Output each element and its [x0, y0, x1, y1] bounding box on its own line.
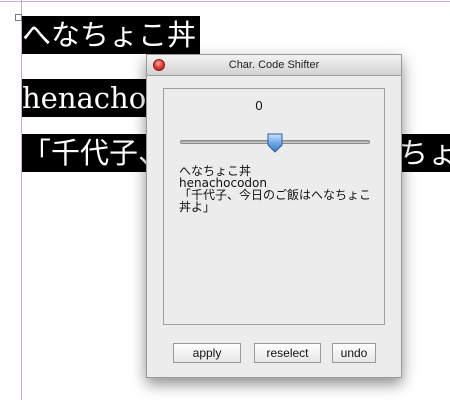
shift-value-label: 0	[255, 98, 263, 113]
preview-text: へなちょこ丼 henachocodon 「千代子、今日のご飯はへなちょこ丼よ」	[179, 165, 374, 213]
apply-button[interactable]: apply	[173, 343, 241, 363]
text-frame-anchor[interactable]	[15, 14, 22, 21]
undo-button[interactable]: undo	[332, 343, 376, 363]
page-guide-left	[21, 0, 22, 400]
panel-titlebar[interactable]: Char. Code Shifter	[147, 55, 401, 76]
char-code-shifter-panel: Char. Code Shifter 0 へなちょこ丼 henachocodon…	[146, 54, 402, 378]
shift-slider[interactable]	[180, 133, 370, 153]
slider-thumb-icon[interactable]	[267, 133, 283, 153]
shifter-group-box: 0 へなちょこ丼 henachocodon 「千代子、今日のご飯はへなちょこ丼よ…	[163, 88, 385, 325]
document-line-1[interactable]: へなちょこ丼	[22, 16, 201, 54]
panel-title: Char. Code Shifter	[228, 59, 320, 71]
page-guide-top	[0, 1, 450, 2]
reselect-button[interactable]: reselect	[254, 343, 321, 363]
preview-line-3: 「千代子、今日のご飯はへなちょこ丼よ」	[179, 188, 372, 214]
